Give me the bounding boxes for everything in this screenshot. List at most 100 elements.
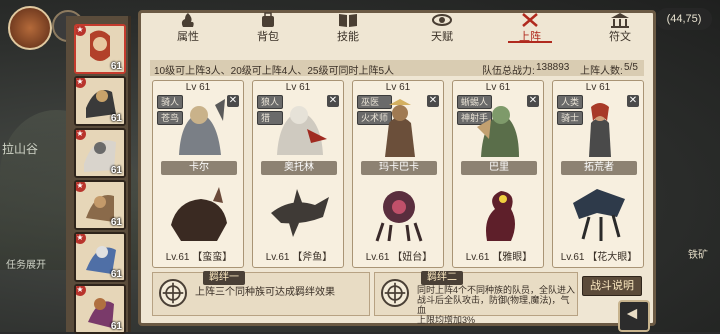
tab-skills[interactable]: 技能 <box>320 12 376 43</box>
bond-one-text: 上阵三个同种族可达成羁绊效果 <box>195 287 335 298</box>
bond-two-title: 羁绊二 <box>421 271 463 285</box>
pet-level-name: Lv.61 【花大眼】 <box>555 248 643 263</box>
pet-level: Lv.61 <box>165 252 190 263</box>
eye-icon <box>432 14 452 26</box>
battle-info-button[interactable]: 战斗说明 <box>582 276 642 296</box>
bond-two-text: 同时上阵4个不同种族的队员，全队进入 战斗后全队攻击，防御(物理,魔法)，气血 … <box>417 285 577 325</box>
temple-icon <box>611 13 629 28</box>
roster-slot-5[interactable]: ★ 61 <box>74 232 126 282</box>
tab-lineup[interactable]: 上阵 <box>502 12 558 43</box>
team-power-value: 138893 <box>536 62 570 73</box>
roster-slot-4[interactable]: ★ 61 <box>74 180 126 230</box>
lineup-card[interactable]: Lv 61 巫医 火术师 ✕ 玛卡巴卡 Lv.61 【妞台】 <box>352 80 444 268</box>
lineup-card[interactable]: Lv 61 蜥蜴人 神射手 ✕ 巴里 Lv.61 【雅眼】 <box>452 80 544 268</box>
pet-figure-icon <box>271 189 329 237</box>
player-avatar[interactable] <box>8 6 52 50</box>
roster-tag: ★ <box>76 234 86 244</box>
hero-figure-icon <box>277 106 327 155</box>
pet-name: 【妞台】 <box>392 252 433 263</box>
pet-level: Lv.61 <box>265 252 290 263</box>
tab-talent[interactable]: 天赋 <box>414 12 470 43</box>
pet-figure-icon <box>486 191 515 241</box>
roster-slot-1[interactable]: ★ 61 <box>74 24 126 74</box>
tab-label: 符文 <box>609 31 631 43</box>
tab-runes[interactable]: 符文 <box>592 12 648 43</box>
return-arrow-icon <box>626 308 638 320</box>
roster-tag: ★ <box>76 130 86 140</box>
bond-two-line: 同时上阵4个不同种族的队员，全队进入 <box>417 285 576 295</box>
pet-level: Lv.61 <box>365 252 390 263</box>
roster-slot-2[interactable]: ★ 61 <box>74 76 126 126</box>
quest-expand-label[interactable]: 任务展开 <box>6 256 46 271</box>
flame-icon <box>181 13 194 27</box>
pet-level-name: Lv.61 【斧鱼】 <box>255 248 343 263</box>
tab-label: 属性 <box>177 31 199 43</box>
tab-attributes[interactable]: 属性 <box>160 12 216 43</box>
bond-one-title: 羁绊一 <box>203 271 245 285</box>
hero-figure-icon <box>385 99 415 157</box>
roster-tag: ★ <box>76 78 86 88</box>
roster-slot-3[interactable]: ★ 61 <box>74 128 126 178</box>
roster-tag: ★ <box>76 26 86 36</box>
roster-level: 61 <box>110 321 122 332</box>
hero-level: Lv 61 <box>185 82 211 93</box>
tab-label: 天赋 <box>431 31 453 43</box>
pet-level: Lv.61 <box>465 252 490 263</box>
lineup-card[interactable]: Lv 61 人类 骑士 ✕ 拓荒者 Lv.61 【花大眼】 <box>552 80 644 268</box>
tab-label: 技能 <box>337 31 359 43</box>
map-place-label: 拉山谷 <box>2 142 39 156</box>
pet-name: 【雅眼】 <box>492 252 533 263</box>
hero-level: Lv 61 <box>285 82 311 93</box>
pet-name: 【蛮蛮】 <box>192 252 233 263</box>
pet-level-name: Lv.61 【妞台】 <box>355 248 443 263</box>
lineup-count-value: 5/5 <box>624 62 638 73</box>
crosshair-icon <box>159 279 187 307</box>
pet-name: 【花大眼】 <box>587 252 638 263</box>
bond-two-panel: 羁绊二 同时上阵4个不同种族的队员，全队进入 战斗后全队攻击，防御(物理,魔法)… <box>374 271 578 325</box>
crossed-swords-icon <box>522 13 538 27</box>
side-label: 铁矿 <box>688 250 708 261</box>
roster-level: 61 <box>110 217 122 228</box>
lineup-card[interactable]: Lv 61 狼人 猎 ✕ 奥托林 Lv.61 【斧鱼】 <box>252 80 344 268</box>
roster-tag: ★ <box>76 286 86 296</box>
lineup-cards: Lv 61 骑人 苍鸟 ✕ 卡尔 Lv.61 【蛮蛮】 Lv 61 狼人 猎 ✕… <box>152 80 646 270</box>
hero-level: Lv 61 <box>585 82 611 93</box>
roster-level: 61 <box>110 165 122 176</box>
pet-level-name: Lv.61 【蛮蛮】 <box>155 248 243 263</box>
roster-level: 61 <box>110 269 122 280</box>
pet-figure-icon <box>375 191 423 242</box>
roster-level: 61 <box>110 61 122 72</box>
bond-two-line: 上限均增加3% <box>417 315 476 325</box>
tab-label: 背包 <box>257 31 279 43</box>
bond-two-line: 战斗后全队攻击，防御(物理,魔法)，气血 <box>417 295 570 315</box>
roster-slot-6[interactable]: ★ 61 <box>74 284 126 334</box>
lineup-rule-text: 10级可上阵3人、20级可上阵4人、25级可同时上阵5人 <box>154 66 395 77</box>
pet-figure-icon <box>573 189 625 241</box>
pet-level: Lv.61 <box>560 252 585 263</box>
panel-tabs: 属性 背包 技能 天赋 上阵 符文 <box>148 12 648 43</box>
pet-figure-icon <box>171 187 227 241</box>
crosshair-icon <box>381 279 409 307</box>
bond-one-panel: 羁绊一 上阵三个同种族可达成羁绊效果 <box>152 271 370 316</box>
map-coordinates: (44,75) <box>656 8 712 30</box>
hero-figure-icon <box>589 103 611 157</box>
book-icon <box>339 14 357 27</box>
hero-name: 奥托林 <box>261 161 337 175</box>
hero-name: 卡尔 <box>161 161 237 175</box>
lineup-card[interactable]: Lv 61 骑人 苍鸟 ✕ 卡尔 Lv.61 【蛮蛮】 <box>152 80 244 268</box>
hero-figure-icon <box>179 99 225 155</box>
pet-level-name: Lv.61 【雅眼】 <box>455 248 543 263</box>
backpack-icon <box>262 12 274 27</box>
pet-name: 【斧鱼】 <box>292 252 333 263</box>
roster-level: 61 <box>110 113 122 124</box>
active-tab-indicator <box>508 41 552 43</box>
team-power-label: 队伍总战力: <box>482 66 535 77</box>
hero-figure-icon <box>477 106 519 157</box>
hero-name: 巴里 <box>461 161 537 175</box>
hero-roster: ★ 61 ★ 61 ★ 61 ★ 61 ★ 61 ★ 61 <box>66 16 131 334</box>
roster-tag: ★ <box>76 182 86 192</box>
lineup-count-label: 上阵人数: <box>580 66 623 77</box>
tab-backpack[interactable]: 背包 <box>240 12 296 43</box>
back-button[interactable] <box>618 300 650 332</box>
hero-level: Lv 61 <box>385 82 411 93</box>
